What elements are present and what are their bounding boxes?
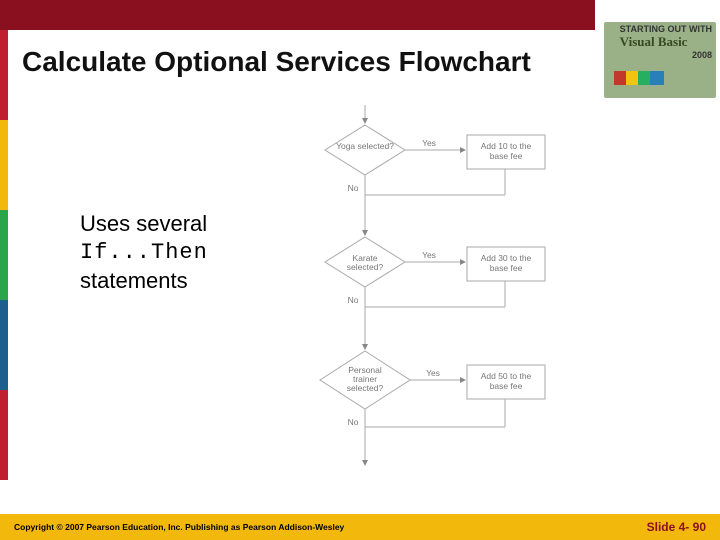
- yes-2: Yes: [422, 250, 436, 260]
- copyright-text: Copyright © 2007 Pearson Education, Inc.…: [14, 522, 344, 532]
- slide-number: Slide 4- 90: [647, 520, 706, 534]
- logo-text: STARTING OUT WITH Visual Basic 2008: [620, 24, 712, 60]
- no-2: No: [348, 295, 359, 305]
- callout-note: Uses several If...Then statements: [80, 210, 208, 296]
- logo-year: 2008: [620, 50, 712, 60]
- note-line1: Uses several: [80, 210, 208, 239]
- yes-1: Yes: [422, 138, 436, 148]
- decision-1-label: Yoga selected?: [336, 141, 394, 151]
- flowchart-diagram: Yoga selected? Yes No Add 10 to thebase …: [305, 105, 565, 475]
- slide-root: STARTING OUT WITH Visual Basic 2008 Calc…: [0, 0, 720, 540]
- blocks-icon: [614, 71, 662, 90]
- footer-bar: Copyright © 2007 Pearson Education, Inc.…: [0, 514, 720, 540]
- logo-brand: Visual Basic: [620, 34, 712, 50]
- page-title: Calculate Optional Services Flowchart: [22, 46, 531, 78]
- logo-region: STARTING OUT WITH Visual Basic 2008: [595, 0, 720, 100]
- logo-tagline: STARTING OUT WITH: [620, 24, 712, 34]
- yes-3: Yes: [426, 368, 440, 378]
- side-stripe: [0, 30, 8, 512]
- note-line2: statements: [80, 267, 208, 296]
- top-bar: [0, 0, 595, 30]
- note-code: If...Then: [80, 239, 208, 268]
- no-1: No: [348, 183, 359, 193]
- no-3: No: [348, 417, 359, 427]
